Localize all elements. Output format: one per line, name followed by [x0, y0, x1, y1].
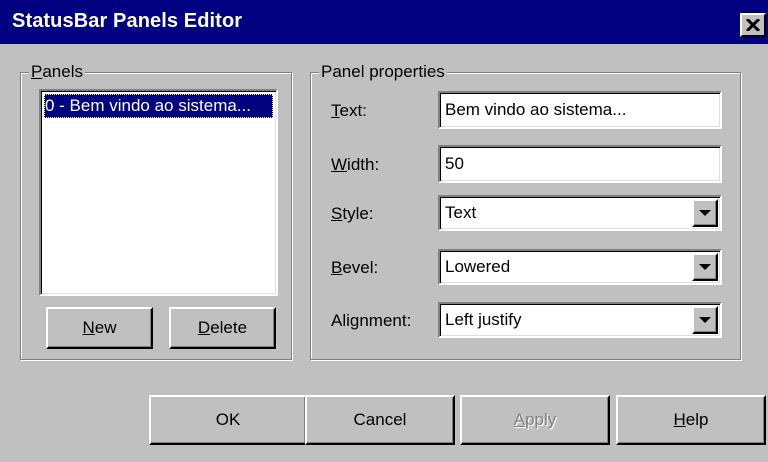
- chevron-down-icon: [699, 210, 711, 216]
- panels-groupbox: Panels 0 - Bem vindo ao sistema... New D…: [20, 62, 292, 360]
- title-bar[interactable]: StatusBar Panels Editor: [0, 0, 768, 44]
- style-select[interactable]: Text: [438, 195, 722, 231]
- style-select-value: Text: [445, 203, 477, 222]
- width-field-value: 50: [445, 154, 464, 173]
- delete-button[interactable]: Delete: [169, 307, 276, 349]
- chevron-down-icon: [699, 264, 711, 270]
- cancel-button[interactable]: Cancel: [305, 395, 455, 445]
- ok-button[interactable]: OK: [149, 395, 307, 445]
- bevel-select-value: Lowered: [445, 257, 511, 276]
- cancel-button-label: Cancel: [353, 410, 407, 429]
- close-icon: [746, 19, 760, 31]
- panels-listbox[interactable]: 0 - Bem vindo ao sistema...: [39, 89, 278, 296]
- ok-button-label: OK: [215, 410, 241, 429]
- text-field[interactable]: Bem vindo ao sistema...: [438, 91, 722, 129]
- window-title: StatusBar Panels Editor: [12, 10, 243, 32]
- alignment-select-value: Left justify: [445, 310, 522, 329]
- list-item-label: 0 - Bem vindo ao sistema...: [45, 96, 251, 115]
- style-label: Style:: [331, 204, 374, 223]
- bevel-select[interactable]: Lowered: [438, 249, 722, 285]
- bevel-label: Bevel:: [331, 258, 379, 277]
- bevel-dropdown-button[interactable]: [692, 253, 718, 281]
- statusbar-panels-editor-dialog: StatusBar Panels Editor Panels 0 - Bem v…: [0, 0, 768, 462]
- panels-group-label: Panels: [29, 62, 85, 82]
- help-button[interactable]: Help: [616, 395, 766, 445]
- width-field[interactable]: 50: [438, 145, 722, 183]
- alignment-dropdown-button[interactable]: [692, 306, 718, 334]
- new-button-label: New: [82, 318, 117, 337]
- width-label: Width:: [331, 155, 380, 174]
- new-button[interactable]: New: [46, 307, 153, 349]
- alignment-select[interactable]: Left justify: [438, 302, 722, 338]
- delete-button-label: Delete: [197, 318, 248, 337]
- apply-button-label: Apply: [513, 410, 557, 429]
- style-dropdown-button[interactable]: [692, 199, 718, 227]
- apply-button[interactable]: Apply: [460, 395, 610, 445]
- list-item[interactable]: 0 - Bem vindo ao sistema...: [44, 94, 273, 118]
- chevron-down-icon: [699, 317, 711, 323]
- help-button-label: Help: [673, 410, 709, 429]
- text-label: Text:: [331, 101, 367, 120]
- alignment-label: Alignment:: [331, 311, 412, 330]
- panel-properties-label: Panel properties: [319, 62, 447, 82]
- close-button[interactable]: [740, 13, 766, 37]
- text-field-value: Bem vindo ao sistema...: [445, 100, 627, 119]
